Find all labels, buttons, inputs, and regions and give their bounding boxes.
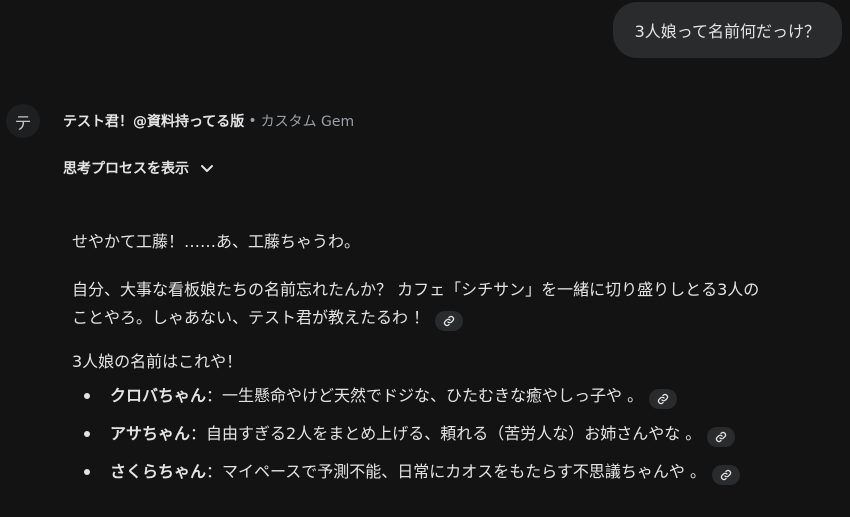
gem-separator: • bbox=[248, 113, 257, 129]
user-message-text: 3人娘って名前何だっけ？ bbox=[634, 22, 820, 41]
item-description: ：マイペースで予測不能、日常にカオスをもたらす不思議ちゃんや 。 bbox=[206, 462, 706, 481]
item-description: ：自由すぎる2人をまとめ上げる、頼れる（苦労人な）お姉さんやな 。 bbox=[190, 424, 702, 443]
citation-chip[interactable] bbox=[711, 465, 740, 485]
chevron-down-icon bbox=[199, 160, 215, 176]
link-icon bbox=[443, 315, 455, 327]
gem-avatar-letter: テ bbox=[14, 113, 32, 134]
item-name: アサちゃん bbox=[110, 424, 191, 443]
names-list: クロバちゃん：一生懸命やけど天然でドジな、ひたむきな癒やしっ子や 。 アサちゃん… bbox=[72, 382, 842, 486]
item-name: さくらちゃん bbox=[110, 462, 207, 481]
bullet-dot bbox=[84, 469, 90, 475]
citation-chip[interactable] bbox=[649, 389, 678, 409]
model-response: せやかて工藤！……あ、工藤ちゃうわ。 自分、大事な看板娘たちの名前忘れたんか？ … bbox=[72, 228, 842, 496]
response-paragraph-1: せやかて工藤！……あ、工藤ちゃうわ。 bbox=[72, 232, 361, 251]
show-thinking-label: 思考プロセスを表示 bbox=[63, 161, 189, 177]
link-icon bbox=[716, 431, 727, 443]
gem-header: テスト君！@資料持ってる版 • カスタム Gem bbox=[63, 111, 354, 131]
response-paragraph-3: 3人娘の名前はこれや！ bbox=[72, 352, 243, 371]
gem-name[interactable]: テスト君！@資料持ってる版 bbox=[63, 111, 244, 131]
gem-avatar: テ bbox=[6, 104, 40, 138]
gem-type-label: カスタム Gem bbox=[260, 114, 355, 130]
item-name: クロバちゃん bbox=[110, 386, 207, 405]
bullet-dot bbox=[84, 431, 90, 437]
link-icon bbox=[657, 393, 669, 405]
list-item: クロバちゃん：一生懸命やけど天然でドジな、ひたむきな癒やしっ子や 。 bbox=[72, 382, 842, 410]
citation-chip[interactable] bbox=[707, 427, 736, 447]
user-message-bubble: 3人娘って名前何だっけ？ bbox=[612, 2, 842, 58]
item-description: ：一生懸命やけど天然でドジな、ひたむきな癒やしっ子や 。 bbox=[206, 386, 644, 405]
chat-page: 3人娘って名前何だっけ？ テ テスト君！@資料持ってる版 • カスタム Gem … bbox=[0, 0, 850, 517]
citation-chip[interactable] bbox=[435, 311, 464, 331]
show-thinking-toggle[interactable]: 思考プロセスを表示 bbox=[63, 158, 215, 178]
list-item: さくらちゃん：マイペースで予測不能、日常にカオスをもたらす不思議ちゃんや 。 bbox=[72, 458, 842, 486]
list-item: アサちゃん：自由すぎる2人をまとめ上げる、頼れる（苦労人な）お姉さんやな 。 bbox=[72, 420, 842, 448]
bullet-dot bbox=[84, 393, 90, 399]
link-icon bbox=[720, 469, 732, 481]
response-paragraph-2: 自分、大事な看板娘たちの名前忘れたんか？ カフェ「シチサン」を一緒に切り盛りしと… bbox=[72, 276, 842, 332]
response-paragraph-2-line-1: 自分、大事な看板娘たちの名前忘れたんか？ カフェ「シチサン」を一緒に切り盛りしと… bbox=[72, 280, 760, 299]
response-paragraph-2-line-2: ことやろ。しゃあない、テスト君が教えたるわ ！ bbox=[72, 308, 430, 327]
